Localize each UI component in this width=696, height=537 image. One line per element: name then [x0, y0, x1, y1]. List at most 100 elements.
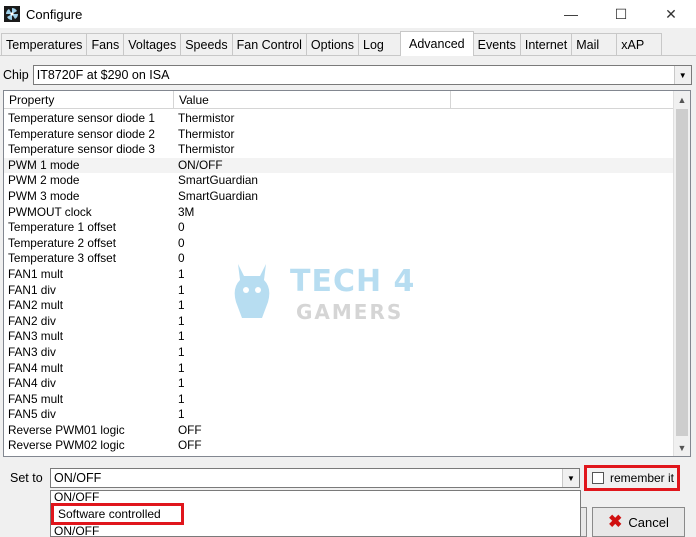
row-value: 1 — [178, 282, 185, 297]
remember-it-checkbox[interactable] — [592, 472, 604, 484]
table-row[interactable]: Temperature sensor diode 2 Thermistor — [4, 127, 674, 143]
row-value: 0 — [178, 251, 185, 266]
table-row[interactable]: Temperature 2 offset 0 — [4, 236, 674, 252]
row-property: Temperature sensor diode 1 — [8, 111, 155, 125]
row-value: Thermistor — [178, 126, 235, 141]
tab-strip: Temperatures Fans Voltages Speeds Fan Co… — [0, 30, 696, 56]
row-property: FAN4 div — [8, 376, 56, 391]
property-list[interactable]: Property Value Temperature sensor diode … — [3, 90, 691, 457]
row-value: 1 — [178, 329, 185, 344]
table-row[interactable]: PWM 1 mode ON/OFF — [4, 157, 674, 174]
set-to-dropdown[interactable]: ON/OFF Software controlled ON/OFF — [50, 490, 581, 537]
table-row[interactable]: Reverse PWM01 logic OFF — [4, 423, 674, 439]
row-property: FAN5 mult — [8, 391, 64, 406]
remember-it-label: remember it — [610, 471, 675, 485]
row-value: Thermistor — [178, 111, 235, 125]
tab-fans[interactable]: Fans — [86, 33, 125, 55]
table-row[interactable]: FAN5 div 1 — [4, 407, 674, 423]
chevron-down-icon[interactable]: ▼ — [673, 66, 691, 84]
table-row[interactable]: FAN1 div 1 — [4, 283, 674, 299]
chip-row: Chip IT8720F at $290 on ISA ▼ — [0, 64, 696, 86]
row-property: Temperature sensor diode 2 — [8, 126, 155, 141]
row-property: PWM 3 mode — [8, 188, 80, 203]
row-property: FAN2 div — [8, 313, 56, 328]
row-property: Reverse PWM02 logic — [8, 438, 125, 453]
row-value: SmartGuardian — [178, 173, 258, 188]
row-value: 1 — [178, 360, 185, 375]
table-row[interactable]: PWM 3 mode SmartGuardian — [4, 189, 674, 205]
row-value: Thermistor — [178, 142, 235, 157]
maximize-button[interactable]: ☐ — [596, 0, 646, 28]
set-to-select[interactable]: ON/OFF ▼ — [50, 468, 580, 488]
table-row[interactable]: FAN1 mult 1 — [4, 267, 674, 283]
vertical-scrollbar[interactable]: ▲ ▼ — [673, 91, 690, 456]
row-property: Temperature 2 offset — [8, 235, 116, 250]
property-rows: Temperature sensor diode 1 Thermistor Temp… — [4, 111, 674, 454]
tab-advanced[interactable]: Advanced — [400, 31, 474, 56]
row-value: 0 — [178, 235, 185, 250]
row-value: 0 — [178, 220, 185, 235]
tab-temperatures[interactable]: Temperatures — [1, 33, 88, 55]
tab-fan-control[interactable]: Fan Control — [231, 33, 307, 55]
tab-voltages[interactable]: Voltages — [123, 33, 182, 55]
row-value: 1 — [178, 344, 185, 359]
table-row[interactable]: FAN2 div 1 — [4, 314, 674, 330]
table-row[interactable]: Temperature 1 offset 0 — [4, 220, 674, 236]
scroll-thumb[interactable] — [676, 109, 688, 436]
cancel-icon: ✖ — [608, 512, 623, 531]
cancel-label: Cancel — [628, 514, 669, 530]
row-value: 1 — [178, 376, 185, 391]
row-property: FAN3 div — [8, 344, 56, 359]
table-row[interactable]: Temperature sensor diode 3 Thermistor — [4, 142, 674, 158]
table-row[interactable]: Temperature sensor diode 1 Thermistor — [4, 111, 674, 127]
dropdown-option-on-off[interactable]: ON/OFF — [51, 491, 99, 504]
tab-events[interactable]: Events — [472, 33, 521, 55]
table-row[interactable]: PWM 2 mode SmartGuardian — [4, 173, 674, 189]
row-property: PWMOUT clock — [8, 204, 92, 219]
set-to-value: ON/OFF — [54, 471, 102, 485]
table-row[interactable]: Temperature 3 offset 0 — [4, 251, 674, 267]
tab-mail[interactable]: Mail — [571, 33, 618, 55]
table-row[interactable]: FAN5 mult 1 — [4, 392, 674, 408]
tab-internet[interactable]: Internet — [519, 33, 573, 55]
title-bar: Configure — ☐ ✕ — [0, 0, 696, 28]
chevron-down-icon[interactable]: ▼ — [562, 469, 579, 487]
row-property: FAN4 mult — [8, 360, 64, 375]
row-value: 1 — [178, 298, 185, 313]
chip-select[interactable]: IT8720F at $290 on ISA ▼ — [32, 65, 692, 85]
list-header: Property Value — [4, 91, 674, 109]
tab-log[interactable]: Log — [358, 33, 402, 55]
row-property: PWM 2 mode — [8, 173, 80, 188]
tab-xap[interactable]: xAP — [616, 33, 663, 55]
column-header-value[interactable]: Value — [174, 91, 451, 109]
row-value: 1 — [178, 391, 185, 406]
scroll-up-icon[interactable]: ▲ — [674, 91, 690, 108]
close-button[interactable]: ✕ — [646, 0, 696, 28]
row-property: Temperature sensor diode 3 — [8, 142, 155, 157]
table-row[interactable]: FAN4 mult 1 — [4, 361, 674, 377]
cancel-button[interactable]: ✖ Cancel — [592, 507, 685, 537]
dropdown-option-software-controlled[interactable]: Software controlled — [51, 503, 184, 525]
row-property: FAN2 mult — [8, 298, 64, 313]
row-value: SmartGuardian — [178, 188, 258, 203]
tab-options[interactable]: Options — [305, 33, 360, 55]
table-row[interactable]: PWMOUT clock 3M — [4, 205, 674, 221]
table-row[interactable]: Reverse PWM02 logic OFF — [4, 438, 674, 454]
row-value: 1 — [178, 313, 185, 328]
row-property: FAN1 mult — [8, 266, 64, 281]
table-row[interactable]: FAN2 mult 1 — [4, 298, 674, 314]
table-row[interactable]: FAN3 mult 1 — [4, 329, 674, 345]
row-value: OFF — [178, 422, 202, 437]
row-property: FAN1 div — [8, 282, 56, 297]
table-row[interactable]: FAN3 div 1 — [4, 345, 674, 361]
tab-speeds[interactable]: Speeds — [180, 33, 233, 55]
row-value: ON/OFF — [174, 157, 451, 174]
dropdown-option-on-off-2[interactable]: ON/OFF — [51, 524, 99, 536]
scroll-down-icon[interactable]: ▼ — [674, 439, 690, 456]
minimize-button[interactable]: — — [546, 0, 596, 28]
column-header-property[interactable]: Property — [4, 91, 174, 109]
row-property: Reverse PWM01 logic — [8, 422, 125, 437]
table-row[interactable]: FAN4 div 1 — [4, 376, 674, 392]
remember-it-checkbox-group[interactable]: remember it — [584, 465, 680, 491]
window-title: Configure — [26, 6, 83, 22]
